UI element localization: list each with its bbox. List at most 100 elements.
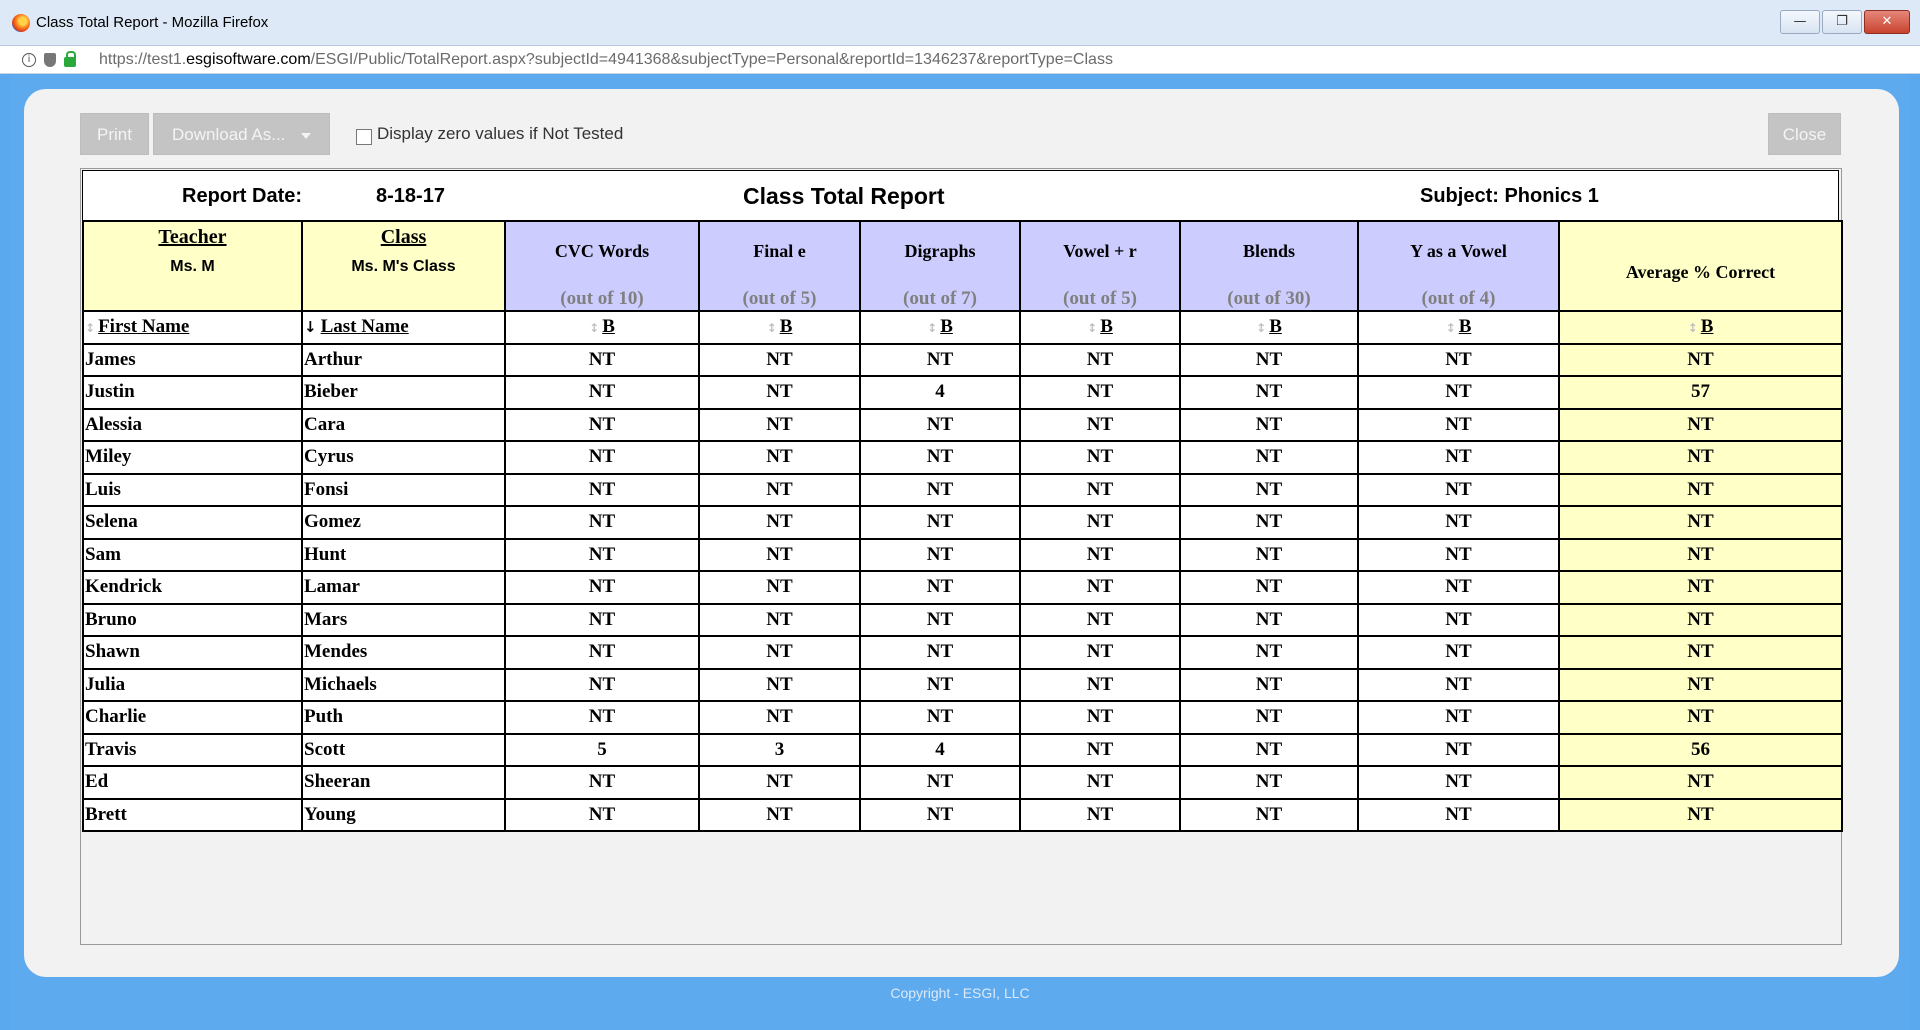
- first-name-cell: Alessia: [82, 407, 303, 442]
- last-name-cell: Young: [301, 797, 506, 832]
- average-cell: NT: [1558, 765, 1843, 800]
- last-name-cell: Cara: [301, 407, 506, 442]
- column-name: CVC Words: [554, 241, 650, 261]
- first-name-cell: Kendrick: [82, 570, 303, 605]
- report-header: Report Date: 8-18-17 Class Total Report …: [82, 170, 1839, 220]
- maximize-icon: ❐: [1836, 14, 1848, 29]
- sort-column[interactable]: ↕ B: [859, 310, 1021, 345]
- average-cell: NT: [1558, 505, 1843, 540]
- url-icons: i: [22, 51, 76, 67]
- score-cell: NT: [1019, 700, 1181, 735]
- score-cell: NT: [1019, 375, 1181, 410]
- minimize-button[interactable]: —: [1780, 10, 1820, 34]
- table-header-row: Teacher Ms. M Class Ms. M's Class CVC Wo…: [82, 220, 1843, 312]
- firefox-icon: [12, 14, 30, 32]
- sort-label: B: [1458, 316, 1472, 338]
- maximize-button[interactable]: ❐: [1822, 10, 1862, 34]
- first-name-label: First Name: [98, 316, 190, 338]
- score-cell: NT: [859, 407, 1021, 442]
- column-header: Y as a Vowel (out of 4): [1357, 220, 1560, 312]
- score-cell: NT: [1179, 342, 1359, 377]
- score-cell: NT: [698, 602, 861, 637]
- score-cell: NT: [1019, 505, 1181, 540]
- score-cell: 3: [698, 732, 861, 767]
- first-name-cell: Ed: [82, 765, 303, 800]
- score-cell: NT: [859, 700, 1021, 735]
- score-cell: NT: [1179, 667, 1359, 702]
- sort-column[interactable]: ↕ B: [504, 310, 700, 345]
- window-titlebar: Class Total Report - Mozilla Firefox — ❐…: [0, 0, 1920, 46]
- table-row: Selena Gomez NT NT NT NT NT NT NT: [82, 505, 1843, 540]
- zero-values-checkbox[interactable]: [356, 129, 372, 145]
- window-controls: — ❐ ✕: [1780, 10, 1910, 34]
- average-cell: NT: [1558, 667, 1843, 702]
- column-header: Digraphs (out of 7): [859, 220, 1021, 312]
- table-row: Travis Scott 5 3 4 NT NT NT 56: [82, 732, 1843, 767]
- first-name-cell: Shawn: [82, 635, 303, 670]
- score-cell: NT: [504, 700, 700, 735]
- column-out-of: (out of 5): [1063, 288, 1137, 309]
- close-button[interactable]: Close: [1768, 113, 1841, 155]
- sort-icon: ↕: [766, 321, 777, 336]
- first-name-cell: Selena: [82, 505, 303, 540]
- class-label: Class: [380, 226, 427, 248]
- download-as-button[interactable]: Download As...: [153, 113, 330, 155]
- info-icon[interactable]: i: [22, 53, 36, 67]
- score-cell: NT: [1179, 472, 1359, 507]
- first-name-cell: Brett: [82, 797, 303, 832]
- score-cell: NT: [504, 505, 700, 540]
- sort-column[interactable]: ↕ B: [1357, 310, 1560, 345]
- last-name-cell: Michaels: [301, 667, 506, 702]
- sort-column[interactable]: ↕ B: [1019, 310, 1181, 345]
- sort-first-name[interactable]: ↕ First Name: [82, 310, 303, 345]
- column-out-of: (out of 7): [903, 288, 977, 309]
- window-close-button[interactable]: ✕: [1864, 10, 1910, 34]
- score-cell: NT: [1179, 570, 1359, 605]
- last-name-cell: Arthur: [301, 342, 506, 377]
- score-cell: NT: [1019, 472, 1181, 507]
- last-name-cell: Lamar: [301, 570, 506, 605]
- score-cell: NT: [1357, 667, 1560, 702]
- first-name-cell: Julia: [82, 667, 303, 702]
- score-cell: NT: [859, 342, 1021, 377]
- score-cell: NT: [1179, 537, 1359, 572]
- score-cell: NT: [1179, 602, 1359, 637]
- sort-icon: ↕: [1445, 321, 1456, 336]
- score-cell: NT: [504, 342, 700, 377]
- table-row: Ed Sheeran NT NT NT NT NT NT NT: [82, 765, 1843, 800]
- zero-values-label[interactable]: Display zero values if Not Tested: [377, 124, 623, 144]
- sort-column[interactable]: ↕ B: [698, 310, 861, 345]
- score-cell: NT: [859, 505, 1021, 540]
- minimize-icon: —: [1793, 14, 1807, 29]
- url-path: /ESGI/Public/TotalReport.aspx?subjectId=…: [310, 51, 1113, 68]
- sort-label: B: [1100, 316, 1113, 338]
- score-cell: NT: [859, 570, 1021, 605]
- lock-icon[interactable]: [64, 51, 76, 67]
- average-header: Average % Correct: [1558, 220, 1843, 312]
- score-cell: NT: [504, 570, 700, 605]
- last-name-cell: Gomez: [301, 505, 506, 540]
- score-cell: NT: [504, 765, 700, 800]
- sort-column[interactable]: ↕ B: [1179, 310, 1359, 345]
- column-out-of: (out of 30): [1227, 288, 1311, 309]
- teacher-cell: Teacher Ms. M: [82, 220, 303, 312]
- table-row: Bruno Mars NT NT NT NT NT NT NT: [82, 602, 1843, 637]
- column-header: Final e (out of 5): [698, 220, 861, 312]
- score-cell: NT: [1179, 765, 1359, 800]
- url-bar[interactable]: i https://test1.esgisoftware.com/ESGI/Pu…: [0, 46, 1920, 74]
- sort-average[interactable]: ↕ B: [1558, 310, 1843, 345]
- average-cell: NT: [1558, 407, 1843, 442]
- table-row: Julia Michaels NT NT NT NT NT NT NT: [82, 667, 1843, 702]
- window-title: Class Total Report - Mozilla Firefox: [36, 14, 269, 31]
- score-cell: 4: [859, 732, 1021, 767]
- score-cell: NT: [698, 407, 861, 442]
- column-name: Y as a Vowel: [1410, 241, 1507, 261]
- score-cell: NT: [1357, 407, 1560, 442]
- shield-icon[interactable]: [44, 53, 56, 67]
- table-row: Luis Fonsi NT NT NT NT NT NT NT: [82, 472, 1843, 507]
- first-name-cell: Sam: [82, 537, 303, 572]
- url-text[interactable]: https://test1.esgisoftware.com/ESGI/Publ…: [99, 51, 1113, 69]
- print-button[interactable]: Print: [80, 113, 149, 155]
- report-title: Class Total Report: [743, 183, 945, 209]
- sort-last-name[interactable]: ↓ Last Name: [301, 310, 506, 345]
